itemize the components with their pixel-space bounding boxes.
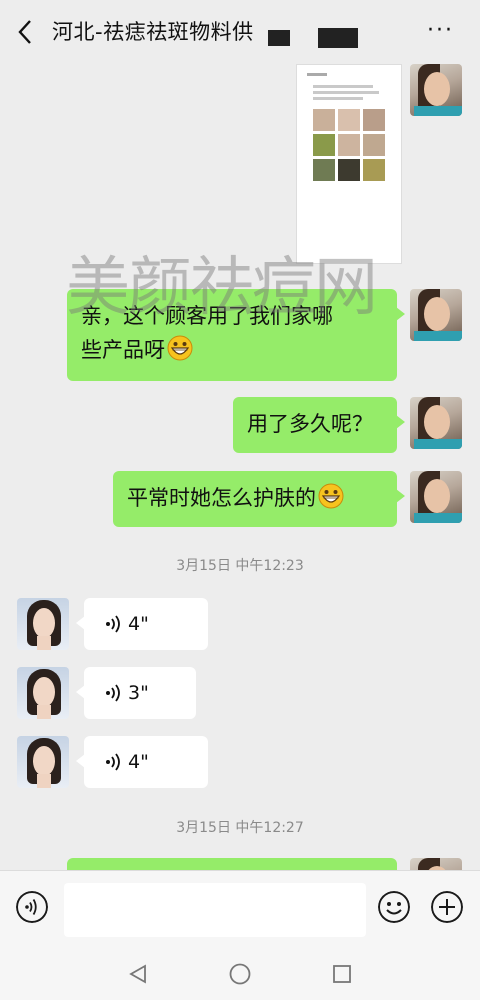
chevron-left-icon[interactable] — [14, 18, 38, 46]
avatar[interactable] — [410, 64, 462, 116]
message-bubble[interactable]: 用了多久呢？ — [233, 397, 405, 453]
grinning-face-icon — [318, 483, 344, 509]
avatar[interactable] — [410, 471, 462, 523]
redaction-mark — [268, 30, 290, 46]
nav-home-icon[interactable] — [229, 963, 251, 985]
message-text: 亲，这个顾客用了我们家哪 — [81, 304, 333, 328]
avatar[interactable] — [17, 667, 69, 719]
voice-duration: 4" — [128, 751, 149, 773]
message-bubble[interactable]: 亲，这个顾客用了我们家哪 些产品呀 — [67, 289, 405, 381]
grinning-face-icon — [167, 335, 193, 361]
message-text: 些产品呀 — [81, 333, 383, 367]
avatar[interactable] — [17, 598, 69, 650]
avatar[interactable] — [17, 736, 69, 788]
message-list[interactable]: 亲，这个顾客用了我们家哪 些产品呀 用了多久呢？ 平常时她怎么护肤的 3月15日… — [0, 64, 480, 870]
plus-icon[interactable] — [431, 891, 463, 923]
chat-title: 河北-祛痣祛斑物料供 — [52, 20, 254, 44]
voice-duration: 3" — [128, 682, 149, 704]
avatar[interactable] — [410, 858, 462, 870]
voice-wave-icon — [106, 753, 120, 771]
more-dots-icon[interactable]: ··· — [427, 20, 454, 42]
voice-message[interactable]: 4" — [76, 736, 208, 788]
image-thumbnails — [313, 109, 385, 181]
voice-message[interactable]: 3" — [76, 667, 196, 719]
voice-wave-icon — [106, 684, 120, 702]
nav-recents-icon[interactable] — [332, 964, 352, 984]
message-bubble[interactable]: 平常时她怎么护肤的 — [113, 471, 405, 527]
avatar[interactable] — [410, 397, 462, 449]
message-input[interactable] — [64, 883, 366, 937]
message-text: 平常时她怎么护肤的 — [127, 481, 383, 515]
avatar[interactable] — [410, 289, 462, 341]
timestamp: 3月15日 中午12:23 — [176, 558, 304, 574]
voice-mode-icon[interactable] — [16, 891, 48, 923]
message-bubble[interactable] — [67, 858, 397, 870]
image-message[interactable] — [296, 64, 402, 264]
message-text: 用了多久呢？ — [247, 412, 373, 436]
voice-wave-icon — [106, 615, 120, 633]
input-bar — [0, 870, 480, 947]
emoji-icon[interactable] — [378, 891, 410, 923]
chat-header: 河北-祛痣祛斑物料供 ··· — [0, 0, 480, 64]
timestamp: 3月15日 中午12:27 — [176, 820, 304, 836]
voice-message[interactable]: 4" — [76, 598, 208, 650]
voice-duration: 4" — [128, 613, 149, 635]
system-nav-bar — [0, 946, 480, 1000]
nav-back-icon[interactable] — [128, 964, 148, 984]
redaction-mark — [318, 28, 358, 48]
